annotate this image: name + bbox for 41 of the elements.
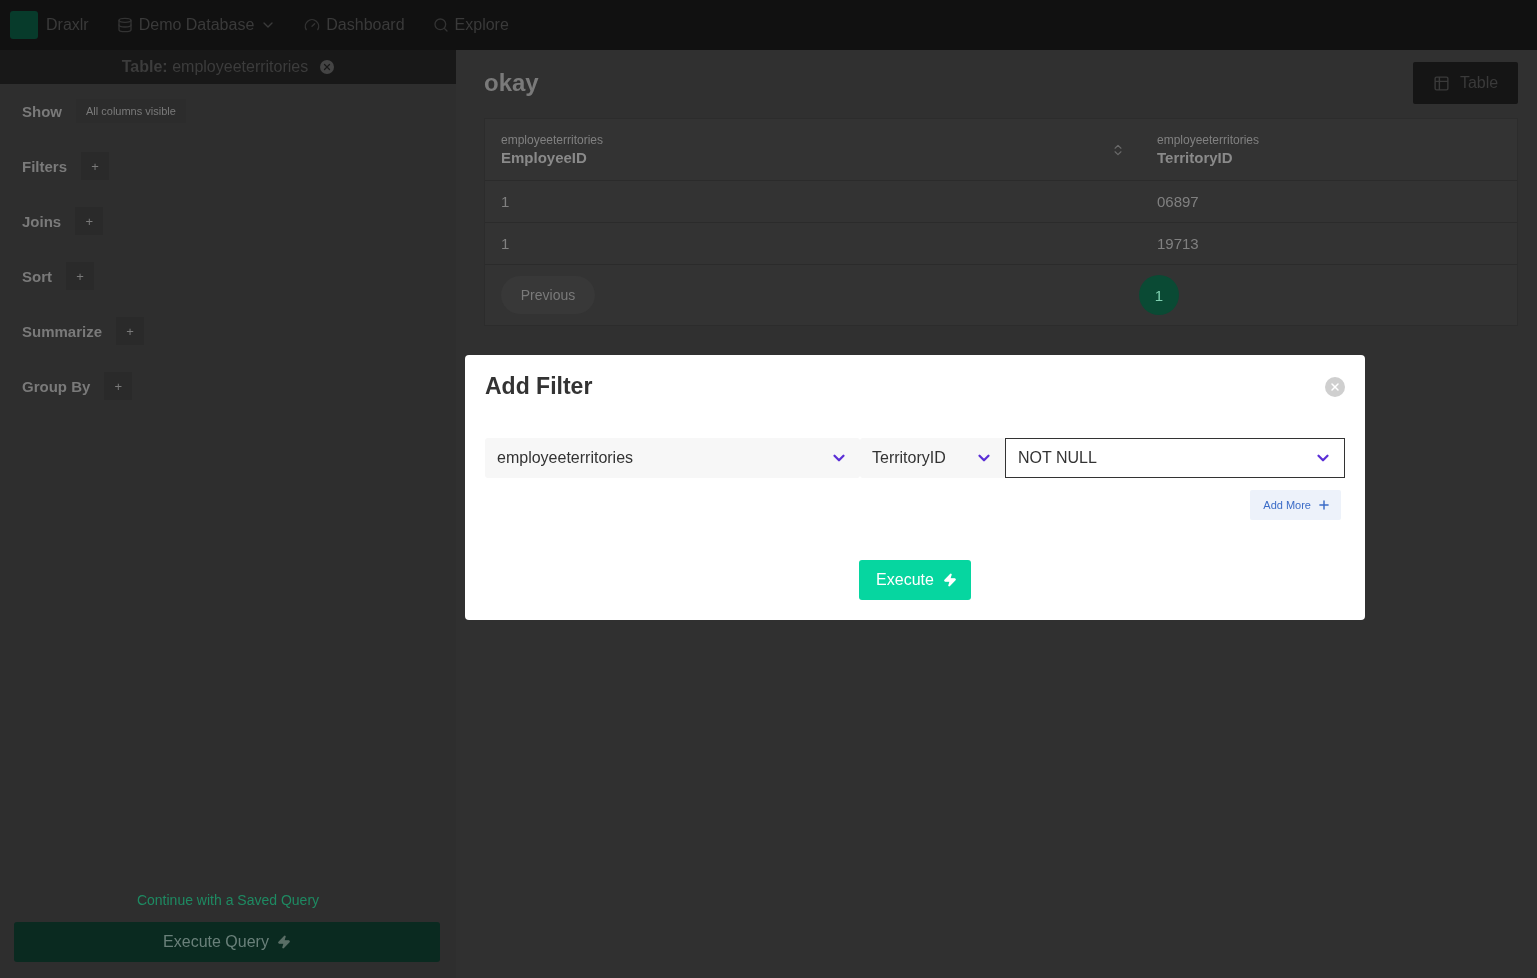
lightning-icon [276, 935, 291, 949]
section-label: Sort [22, 267, 52, 285]
column-table: employeeterritories [1157, 133, 1260, 147]
table-cell-text: 1 [500, 234, 511, 254]
add-button[interactable]: + [104, 372, 133, 400]
previous-button[interactable]: Previous [501, 276, 595, 314]
table-icon [1432, 74, 1450, 92]
saved-query-link[interactable]: Continue with a Saved Query [136, 892, 320, 908]
execute-query-button[interactable]: Execute Query [14, 922, 440, 962]
filter-select[interactable]: NOT NULL [1005, 438, 1345, 478]
search-icon [432, 17, 449, 33]
column-table: employeeterritories [501, 133, 604, 147]
table-cell-text: 06897 [1156, 192, 1200, 212]
close-icon[interactable] [320, 60, 335, 74]
table-cell-text: 1 [500, 192, 511, 212]
close-button[interactable] [1325, 376, 1345, 397]
query-title: okay [484, 69, 539, 97]
execute-button[interactable]: Execute [859, 560, 971, 600]
page-button[interactable]: 1 [1139, 275, 1179, 315]
section-label: Group By [22, 377, 91, 395]
section-label: Filters [22, 157, 67, 175]
section-label: Joins [22, 212, 62, 230]
close-icon [1329, 380, 1341, 393]
add-button[interactable]: + [81, 152, 109, 180]
add-button[interactable]: + [66, 262, 94, 290]
filter-select[interactable]: TerritoryID [860, 438, 1005, 478]
logo-icon [10, 11, 38, 39]
database-icon [116, 17, 133, 33]
section-label: Show [22, 102, 62, 120]
dialog-title: Add Filter [485, 373, 593, 400]
column-header[interactable]: TerritoryID [1157, 149, 1260, 166]
add-more-button[interactable]: Add More [1250, 490, 1341, 520]
gauge-icon [304, 17, 321, 33]
filter-select[interactable]: employeeterritories [485, 438, 860, 478]
section-label: Summarize [22, 322, 103, 340]
add-button[interactable]: + [75, 207, 104, 235]
plus-icon [1317, 498, 1331, 512]
add-button[interactable]: + [116, 317, 145, 345]
lightning-icon [942, 573, 957, 587]
column-header[interactable]: EmployeeID [501, 149, 604, 166]
table-cell-text: 19713 [1156, 234, 1200, 254]
